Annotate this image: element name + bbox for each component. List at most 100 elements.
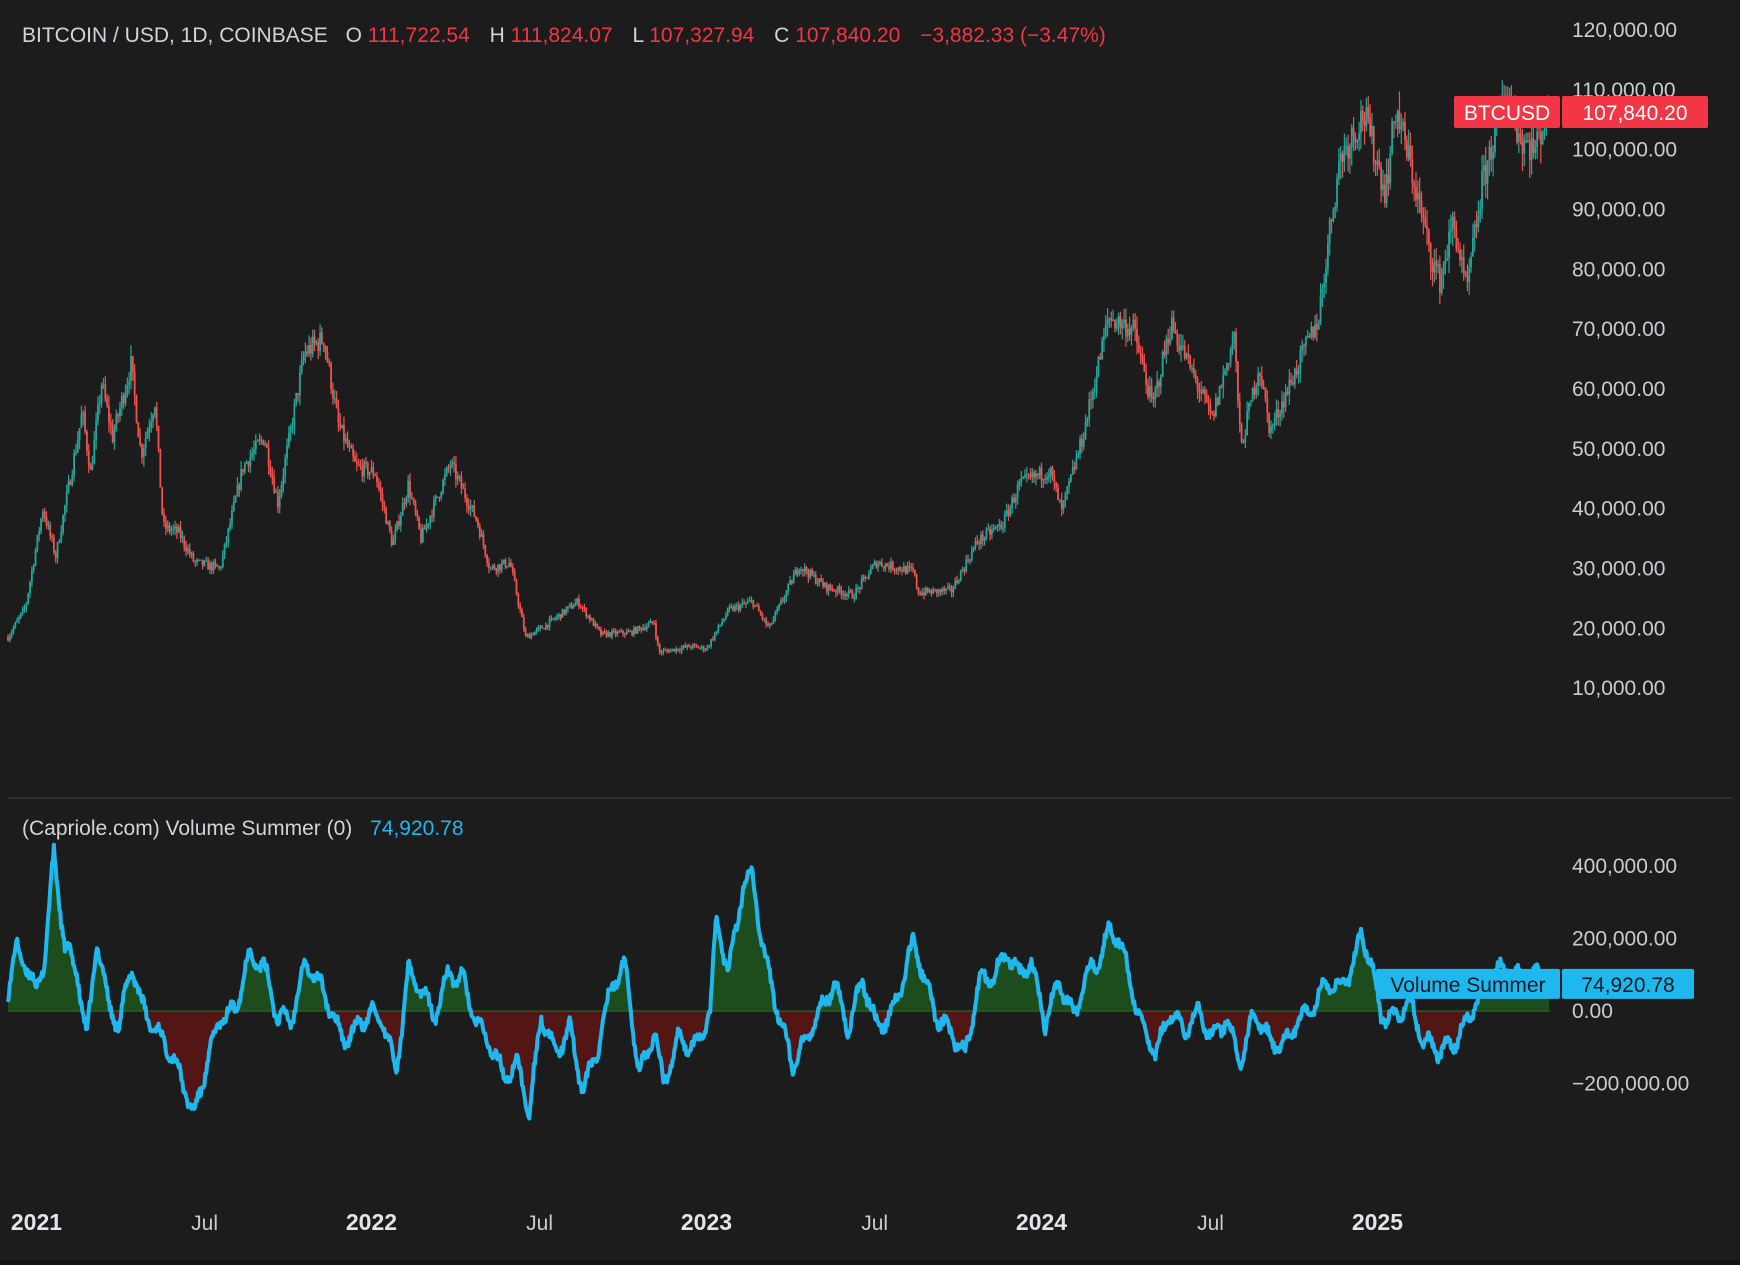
candle-body	[46, 518, 48, 526]
candle-body	[1129, 329, 1131, 335]
candle-body	[741, 603, 743, 605]
candle-body	[694, 644, 696, 645]
candle-body	[224, 544, 226, 555]
candle-body	[1274, 418, 1276, 425]
candle-body	[11, 632, 13, 636]
candle-body	[787, 584, 789, 591]
candle-body	[152, 415, 154, 421]
candle-body	[859, 588, 861, 589]
candle-body	[707, 646, 709, 650]
candle-body	[1099, 357, 1101, 360]
candle-body	[644, 628, 646, 630]
candle-body	[176, 527, 178, 533]
candle-body	[125, 393, 127, 404]
candle-body	[1140, 353, 1142, 356]
candle-body	[1019, 482, 1021, 484]
candle-body	[325, 346, 327, 352]
candle-body	[1232, 343, 1234, 350]
candle-body	[1478, 215, 1480, 227]
candle-body	[372, 467, 374, 475]
candle-body	[424, 528, 426, 530]
candle-body	[1474, 224, 1476, 237]
candle-body	[407, 481, 409, 498]
candle-body	[921, 592, 923, 595]
candle-body	[420, 529, 422, 542]
time-axis-tick-label: 2025	[1352, 1209, 1403, 1235]
candle-body	[312, 337, 314, 354]
candle-body	[850, 590, 852, 591]
candle-body	[747, 602, 749, 604]
candle-body	[1052, 468, 1054, 477]
candle-body	[14, 623, 16, 628]
candle-body	[1466, 275, 1468, 282]
candle-body	[484, 545, 486, 555]
candle-body	[655, 623, 657, 637]
candle-body	[1031, 472, 1033, 477]
candle-body	[1167, 339, 1169, 344]
candle-body	[547, 625, 549, 628]
candle-body	[352, 448, 354, 456]
candle-body	[1366, 107, 1368, 126]
candle-body	[784, 598, 786, 601]
candle-body	[1454, 217, 1456, 228]
candle-body	[1030, 475, 1032, 477]
candle-body	[527, 635, 529, 636]
price-axis-tick-label: 100,000.00	[1572, 139, 1677, 162]
candle-body	[732, 607, 734, 611]
candle-body	[615, 631, 617, 635]
candle-body	[514, 572, 516, 581]
candle-body	[1411, 160, 1413, 183]
candle-body	[936, 589, 938, 593]
candle-body	[940, 590, 942, 592]
candle-body	[378, 482, 380, 488]
candle-body	[743, 603, 745, 604]
candle-body	[1321, 289, 1323, 297]
candle-body	[1077, 454, 1079, 457]
candle-body	[584, 608, 586, 609]
candle-body	[1400, 126, 1402, 129]
price-axis-tick-label: 80,000.00	[1572, 258, 1665, 281]
candle-body	[798, 571, 800, 574]
candle-body	[1123, 320, 1125, 323]
candle-body	[826, 583, 828, 592]
candle-body	[565, 609, 567, 614]
candle-body	[57, 542, 59, 558]
candle-body	[881, 562, 883, 566]
candle-body	[323, 343, 325, 346]
candle-body	[244, 463, 246, 471]
candle-body	[1186, 354, 1188, 359]
candle-body	[738, 605, 740, 610]
candle-body	[609, 632, 611, 636]
candle-body	[1386, 174, 1388, 203]
candle-body	[108, 406, 110, 423]
candle-body	[595, 624, 597, 626]
candle-body	[334, 398, 336, 399]
candle-body	[718, 625, 720, 631]
candle-body	[1455, 228, 1457, 249]
candle-body	[1347, 146, 1349, 159]
candle-body	[477, 520, 479, 526]
candle-body	[336, 398, 338, 407]
candle-body	[1230, 350, 1232, 364]
candle-body	[1006, 510, 1008, 514]
candle-body	[883, 566, 885, 568]
candle-body	[1310, 327, 1312, 337]
candle-body	[521, 610, 523, 617]
candle-body	[451, 462, 453, 465]
candle-body	[183, 537, 185, 547]
candle-body	[141, 445, 143, 457]
candle-body	[1044, 479, 1046, 480]
candle-body	[473, 505, 475, 516]
candle-body	[70, 481, 72, 484]
candle-body	[178, 527, 180, 533]
candle-body	[1292, 383, 1294, 385]
candle-body	[813, 575, 815, 576]
candle-body	[1142, 356, 1144, 361]
candle-body	[683, 646, 685, 648]
candle-body	[1107, 320, 1109, 324]
candle-body	[1255, 386, 1257, 395]
candle-body	[997, 525, 999, 526]
candle-body	[25, 603, 27, 608]
candle-body	[1316, 324, 1318, 329]
candle-body	[1050, 468, 1052, 475]
